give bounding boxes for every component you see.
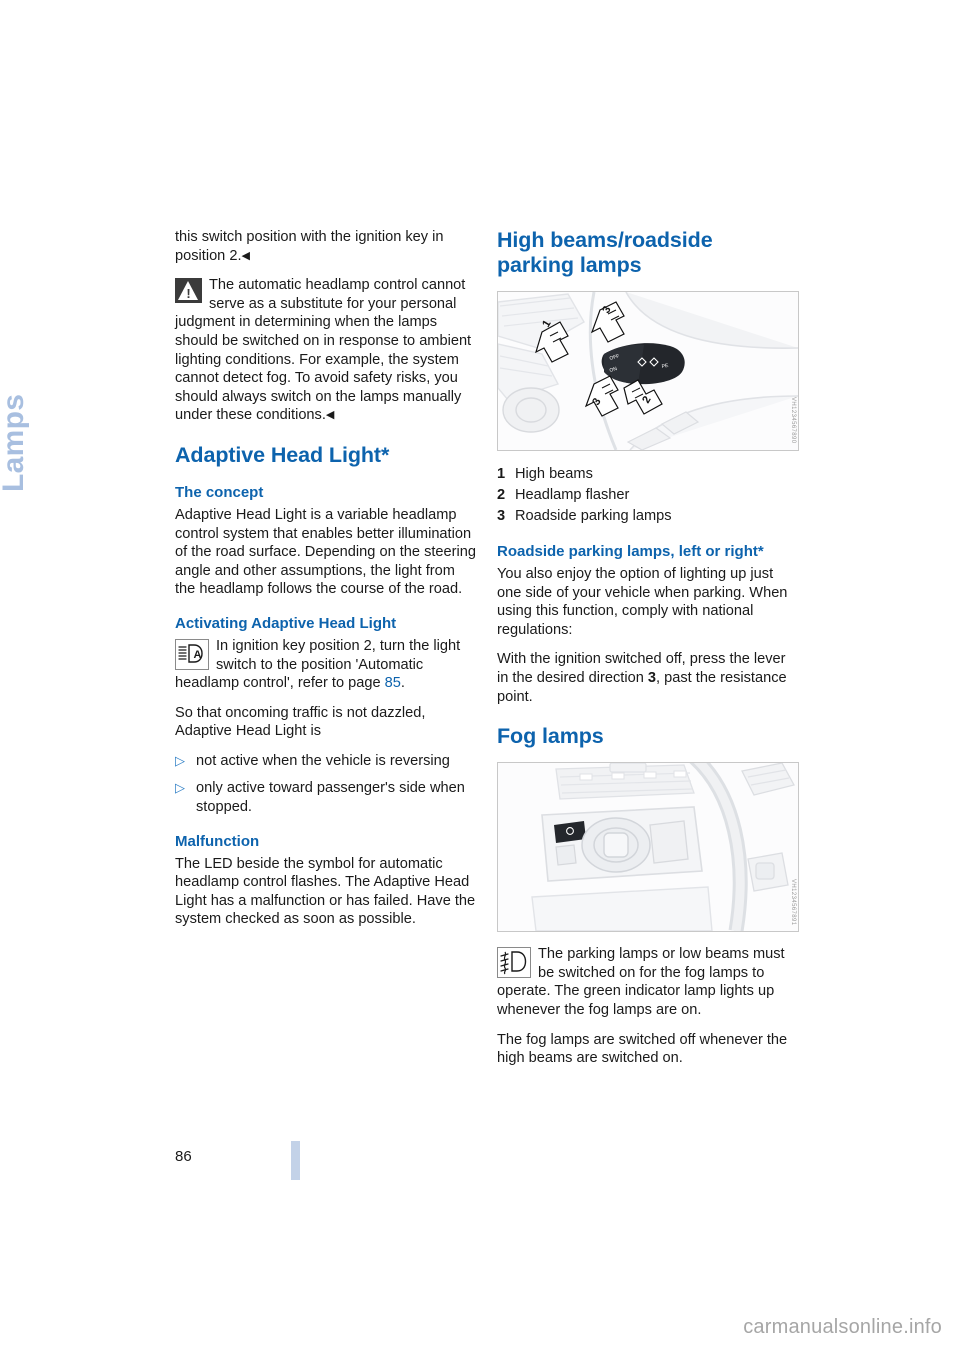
right-column: High beams/roadside parking lamps OFF ON… [497, 228, 799, 1079]
dazzle-intro-paragraph: So that oncoming traffic is not dazzled,… [175, 704, 426, 740]
list-item: ▷ not active when the vehicle is reversi… [175, 752, 477, 771]
figure-code: VH1234567890 [790, 397, 796, 444]
list-item: ▷ only active toward passenger's side wh… [175, 779, 477, 816]
concept-body: Adaptive Head Light is a variable headla… [175, 506, 476, 598]
warning-note: ! The automatic headlamp control cannot … [175, 276, 477, 425]
fog-lamp-note-text: The parking lamps or low beams must be s… [497, 946, 785, 1018]
activating-body-tail: . [400, 675, 405, 692]
section-title-adaptive-head-light: Adaptive Head Light* [175, 442, 390, 467]
legend-item: 2 Headlamp flasher [497, 485, 799, 506]
fog-lamps-paragraph: The fog lamps are switched off whenever … [497, 1031, 788, 1067]
section-title-fog-lamps: Fog lamps [497, 724, 604, 749]
subheading-activating-adaptive-head-light: Activating Adaptive Head Light [175, 614, 397, 632]
steering-column-stalk-illustration: OFF ON PE 1 2 3 3 VH1234567890 [497, 291, 799, 451]
warning-end-marker: ◀ [325, 409, 335, 422]
page-number: 86 [175, 1148, 192, 1165]
roadside-parking-direction-number: 3 [647, 669, 657, 686]
left-column: this switch position with the ignition k… [175, 228, 477, 940]
automatic-headlamp-control-icon: A [175, 638, 209, 670]
warning-triangle-icon: ! [175, 278, 202, 304]
legend-label: High beams [515, 466, 593, 482]
legend-number: 1 [497, 466, 506, 482]
legend-label: Headlamp flasher [515, 487, 630, 503]
page-marker-bar [291, 1141, 300, 1180]
figure-code: VH1234567891 [790, 878, 796, 926]
page-reference-link[interactable]: 85 [385, 675, 401, 691]
activating-body-text: In ignition key position 2, turn the lig… [175, 637, 461, 692]
warning-exclamation-glyph: ! [186, 286, 191, 302]
list-item-label: only active toward passenger's side when… [196, 780, 465, 816]
subheading-malfunction: Malfunction [175, 832, 260, 850]
fog-lamp-note: The parking lamps or low beams must be s… [497, 945, 799, 1019]
high-beams-legend: 1 High beams 2 Headlamp flasher 3 Roadsi… [497, 464, 799, 527]
manual-page: Lamps this switch position with the igni… [0, 0, 960, 1358]
activating-note: A In ignition key position 2, turn the l… [175, 637, 477, 693]
section-title-line1: High beams/roadside [497, 228, 713, 252]
malfunction-body: The LED beside the symbol for automatic … [175, 855, 476, 928]
subheading-the-concept: The concept [175, 483, 264, 501]
note-end-marker: ◀ [241, 249, 250, 262]
subheading-roadside-parking-lamps: Roadside parking lamps, left or right* [497, 543, 764, 560]
fog-lamp-icon [497, 947, 531, 979]
site-watermark: carmanualsonline.info [743, 1316, 942, 1338]
continued-paragraph: this switch position with the ignition k… [175, 228, 477, 265]
section-title-line2: parking lamps [497, 253, 642, 277]
chapter-tab-label: Lamps [0, 393, 30, 492]
svg-text:A: A [194, 649, 202, 661]
continued-paragraph-text: this switch position with the ignition k… [175, 229, 444, 264]
roadside-parking-paragraph-1: You also enjoy the option of lighting up… [497, 566, 788, 638]
legend-number: 3 [497, 508, 506, 524]
list-item-label: not active when the vehicle is reversing [196, 752, 450, 769]
warning-note-text: The automatic headlamp control cannot se… [175, 277, 472, 424]
adaptive-head-light-bullets: ▷ not active when the vehicle is reversi… [175, 752, 477, 817]
light-switch-panel-illustration: VH1234567891 [497, 762, 799, 933]
legend-label: Roadside parking lamps [515, 508, 672, 524]
legend-item: 3 Roadside parking lamps [497, 506, 799, 527]
legend-number: 2 [497, 487, 506, 503]
roadside-parking-paragraph-2: With the ignition switched off, press th… [497, 650, 799, 706]
section-title-high-beams: High beams/roadside parking lamps [497, 228, 799, 278]
legend-item: 1 High beams [497, 464, 799, 485]
bullet-triangle-icon: ▷ [175, 780, 185, 796]
bullet-triangle-icon: ▷ [175, 752, 185, 768]
